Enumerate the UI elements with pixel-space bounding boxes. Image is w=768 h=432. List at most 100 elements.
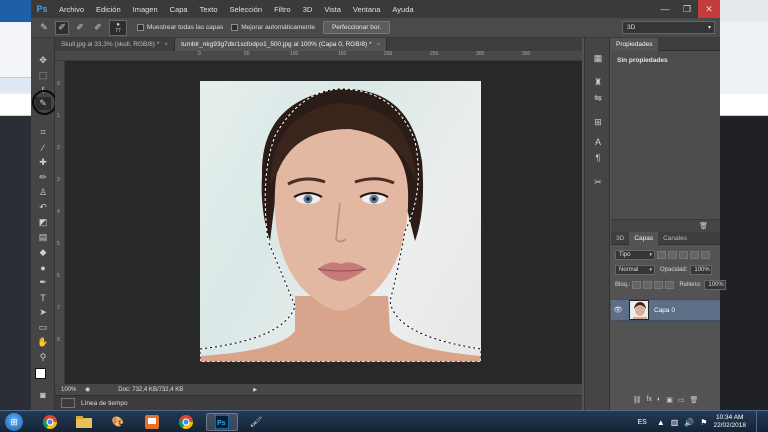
brush-size-picker[interactable]: ● 77	[109, 19, 127, 36]
quick-mask-icon[interactable]: ◙	[35, 388, 51, 401]
brush-presets-icon[interactable]: ♜	[591, 76, 605, 88]
brush-tool-icon[interactable]: ✏	[35, 171, 51, 184]
hand-tool-icon[interactable]: ✋	[35, 336, 51, 349]
close-button[interactable]: ✕	[698, 0, 720, 18]
paint-icon[interactable]: 🎨	[102, 413, 134, 431]
lock-pixels-icon[interactable]	[643, 280, 653, 289]
chrome-icon[interactable]	[34, 413, 66, 431]
menu-texto[interactable]: Texto	[194, 5, 224, 14]
language-indicator[interactable]: ES	[637, 419, 646, 426]
zoom-level[interactable]: 100%	[55, 387, 85, 393]
status-menu-arrow-icon[interactable]: ▶	[253, 387, 257, 393]
filter-shape-icon[interactable]	[690, 250, 699, 259]
tool-preset-icon[interactable]: ✎	[37, 21, 51, 35]
type-tool-icon[interactable]: T	[35, 291, 51, 304]
menu-ventana[interactable]: Ventana	[347, 5, 387, 14]
adjustments-icon[interactable]: ⇋	[591, 92, 605, 104]
marquee-tool-icon[interactable]: ⬚	[35, 69, 51, 82]
adjustment-layer-icon[interactable]: ◐	[657, 396, 661, 403]
show-desktop-button[interactable]	[756, 411, 768, 432]
tools-icon[interactable]: ✂	[591, 176, 605, 188]
history-brush-icon[interactable]: ↶	[35, 201, 51, 214]
path-selection-icon[interactable]: ➤	[35, 306, 51, 319]
file-explorer-icon[interactable]	[68, 413, 100, 431]
status-info-icon[interactable]: ◉	[85, 386, 90, 393]
tab-3d[interactable]: 3D	[611, 232, 629, 245]
menu-edicion[interactable]: Edición	[90, 5, 127, 14]
tab-channels[interactable]: Canales	[658, 232, 692, 245]
menu-vista[interactable]: Vista	[318, 5, 347, 14]
filter-type-icon[interactable]	[679, 250, 688, 259]
eyedropper-tool-icon[interactable]: ⁄	[35, 141, 51, 154]
filter-smart-icon[interactable]	[701, 250, 710, 259]
foreground-color-swatch[interactable]	[35, 368, 46, 379]
document-image[interactable]	[200, 81, 481, 362]
menu-imagen[interactable]: Imagen	[127, 5, 164, 14]
link-layers-icon[interactable]: ⛓	[633, 396, 642, 404]
menu-capa[interactable]: Capa	[164, 5, 194, 14]
rectangle-tool-icon[interactable]: ▭	[35, 321, 51, 334]
clone-source-icon[interactable]: ⊞	[591, 116, 605, 128]
dodge-tool-icon[interactable]: ●	[35, 261, 51, 274]
layer-style-icon[interactable]: fx	[647, 396, 652, 403]
clock[interactable]: 10:34 AM 22/02/2018	[713, 414, 746, 430]
fill-field[interactable]: 100%	[704, 279, 727, 290]
pen-tool-icon[interactable]: ✒	[35, 276, 51, 289]
gradient-tool-icon[interactable]: ▤	[35, 231, 51, 244]
mask-icon[interactable]: ▣	[666, 396, 673, 404]
auto-enhance-checkbox[interactable]	[231, 24, 239, 31]
presentation-icon[interactable]	[136, 413, 168, 431]
close-tab-icon[interactable]: ×	[377, 41, 381, 48]
volume-icon[interactable]: 🔊	[684, 418, 694, 427]
tab-layers[interactable]: Capas	[629, 231, 659, 245]
move-tool-icon[interactable]: ✥	[35, 54, 51, 67]
tray-arrow-icon[interactable]: ▲	[657, 418, 665, 427]
sample-all-layers-checkbox[interactable]	[137, 24, 144, 31]
delete-layer-icon[interactable]: 🗑	[689, 396, 698, 404]
menu-ayuda[interactable]: Ayuda	[386, 5, 419, 14]
layer-filter-select[interactable]: Tipo ▾	[615, 249, 655, 260]
flag-icon[interactable]: ⚑	[700, 418, 707, 427]
new-layer-icon[interactable]: ▭	[678, 396, 685, 404]
layer-row[interactable]: 👁 Capa 0	[611, 299, 720, 321]
menu-filtro[interactable]: Filtro	[268, 5, 297, 14]
menu-3d[interactable]: 3D	[297, 5, 319, 14]
character-icon[interactable]: A	[591, 136, 605, 148]
history-icon[interactable]: ▦	[591, 52, 605, 64]
canvas-area[interactable]	[65, 61, 582, 384]
new-selection-icon[interactable]: ✐	[55, 20, 69, 35]
tab-skull[interactable]: Skull.jpg al 33,3% (skull, RGB/8) * ×	[55, 38, 176, 51]
tab-properties[interactable]: Propiedades	[611, 37, 658, 51]
paint-net-icon[interactable]: 🖌	[240, 413, 272, 431]
photoshop-taskbar-icon[interactable]: Ps	[206, 413, 238, 431]
clone-stamp-icon[interactable]: ♙	[35, 186, 51, 199]
refine-edge-button[interactable]: Perfeccionar bor.	[322, 21, 391, 34]
trash-icon[interactable]: 🗑	[699, 222, 708, 230]
healing-brush-icon[interactable]: ✚	[35, 156, 51, 169]
maximize-button[interactable]: ❐	[676, 0, 698, 18]
lock-all-icon[interactable]	[665, 280, 675, 289]
paragraph-icon[interactable]: ¶	[591, 152, 605, 164]
filter-adjust-icon[interactable]	[668, 250, 677, 259]
filter-pixel-icon[interactable]	[657, 250, 666, 259]
add-selection-icon[interactable]: ✐	[73, 21, 87, 35]
workspace-select[interactable]: 3D ▾	[622, 21, 715, 34]
start-button[interactable]: ⊞	[5, 413, 23, 431]
subtract-selection-icon[interactable]: ✐	[91, 21, 105, 35]
timeline-panel[interactable]: Línea de tiempo	[55, 395, 582, 410]
network-icon[interactable]: ▥	[671, 418, 679, 427]
crop-tool-icon[interactable]: ⌗	[35, 126, 51, 139]
eraser-tool-icon[interactable]: ◩	[35, 216, 51, 229]
opacity-field[interactable]: 100%	[690, 264, 713, 275]
zoom-tool-icon[interactable]: ⚲	[35, 351, 51, 364]
lock-position-icon[interactable]	[654, 280, 664, 289]
eye-icon[interactable]: 👁	[611, 306, 625, 314]
blend-mode-select[interactable]: Normal ▾	[615, 264, 655, 275]
close-tab-icon[interactable]: ×	[164, 41, 168, 48]
lock-transparent-icon[interactable]	[632, 280, 642, 289]
menu-archivo[interactable]: Archivo	[53, 5, 90, 14]
tab-portrait[interactable]: tumblr_nkg93g7dkr1scfodpo1_500.jpg al 10…	[175, 38, 388, 51]
blur-tool-icon[interactable]: ◆	[35, 246, 51, 259]
menu-seleccion[interactable]: Selección	[224, 5, 269, 14]
chrome-icon-2[interactable]	[170, 413, 202, 431]
